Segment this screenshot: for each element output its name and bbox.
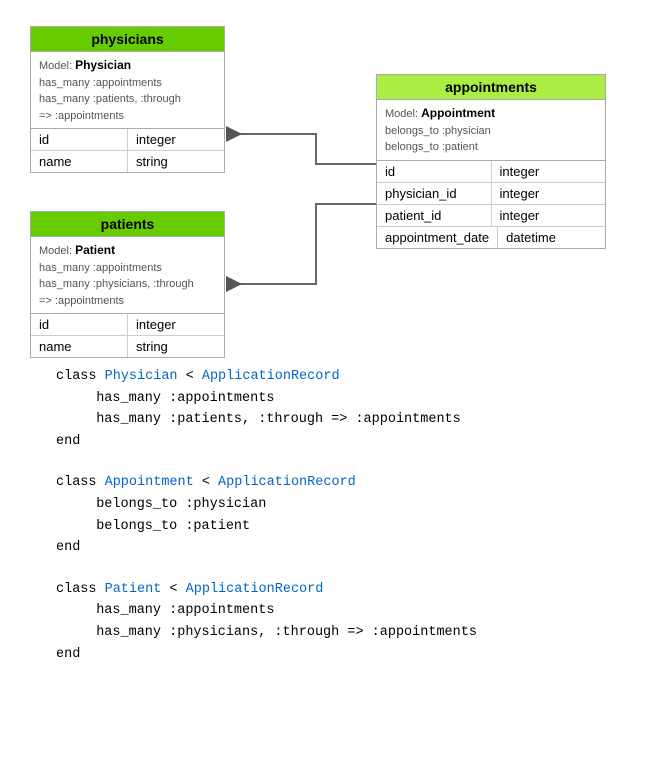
code-line: end <box>56 644 641 666</box>
code-line: class Appointment < ApplicationRecord <box>56 472 641 494</box>
code-keyword: class <box>56 369 105 384</box>
appointments-meta: Model: Appointment belongs_to :physician… <box>377 100 605 161</box>
er-diagram: physicians Model: Physician has_many :ap… <box>16 16 636 346</box>
table-row: appointment_date datetime <box>377 227 605 248</box>
col-name: appointment_date <box>377 227 498 248</box>
col-name: id <box>31 314 128 335</box>
code-classname: Appointment <box>105 475 194 490</box>
table-row: id integer <box>31 314 224 336</box>
col-name: id <box>377 161 492 182</box>
code-block-physician: class Physician < ApplicationRecord has_… <box>56 366 641 452</box>
appointments-header: appointments <box>377 75 605 100</box>
col-name: name <box>31 336 128 357</box>
physicians-header: physicians <box>31 27 224 52</box>
col-name: id <box>31 129 128 150</box>
code-line: belongs_to :patient <box>56 516 641 538</box>
code-line: class Physician < ApplicationRecord <box>56 366 641 388</box>
code-line: end <box>56 537 641 559</box>
patients-table: patients Model: Patient has_many :appoin… <box>30 211 225 358</box>
patients-header: patients <box>31 212 224 237</box>
table-row: id integer <box>377 161 605 183</box>
code-rest: < <box>194 475 218 490</box>
code-classname: ApplicationRecord <box>218 475 356 490</box>
arrow-physician <box>226 134 376 164</box>
patients-meta: Model: Patient has_many :appointments ha… <box>31 237 224 314</box>
col-name: name <box>31 151 128 172</box>
table-row: name string <box>31 151 224 172</box>
col-type: string <box>128 336 224 357</box>
col-type: integer <box>128 129 224 150</box>
code-block-patient: class Patient < ApplicationRecord has_ma… <box>56 579 641 665</box>
code-classname: ApplicationRecord <box>186 582 324 597</box>
code-line: class Patient < ApplicationRecord <box>56 579 641 601</box>
code-classname: ApplicationRecord <box>202 369 340 384</box>
col-name: physician_id <box>377 183 492 204</box>
col-type: integer <box>492 161 606 182</box>
code-keyword: class <box>56 475 105 490</box>
code-line: end <box>56 431 641 453</box>
code-line: has_many :appointments <box>56 388 641 410</box>
code-section: class Physician < ApplicationRecord has_… <box>16 366 641 665</box>
code-rest: < <box>178 369 202 384</box>
table-row: patient_id integer <box>377 205 605 227</box>
code-classname: Patient <box>105 582 162 597</box>
col-type: datetime <box>498 227 605 248</box>
code-line: has_many :patients, :through => :appoint… <box>56 409 641 431</box>
appointments-table: appointments Model: Appointment belongs_… <box>376 74 606 249</box>
code-keyword: class <box>56 582 105 597</box>
col-type: integer <box>128 314 224 335</box>
col-type: integer <box>492 183 606 204</box>
table-row: physician_id integer <box>377 183 605 205</box>
col-type: integer <box>492 205 606 226</box>
table-row: name string <box>31 336 224 357</box>
physicians-meta: Model: Physician has_many :appointments … <box>31 52 224 129</box>
code-classname: Physician <box>105 369 178 384</box>
col-type: string <box>128 151 224 172</box>
physicians-table: physicians Model: Physician has_many :ap… <box>30 26 225 173</box>
code-line: belongs_to :physician <box>56 494 641 516</box>
arrow-patient <box>226 204 376 284</box>
code-block-appointment: class Appointment < ApplicationRecord be… <box>56 472 641 558</box>
col-name: patient_id <box>377 205 492 226</box>
table-row: id integer <box>31 129 224 151</box>
code-line: has_many :appointments <box>56 600 641 622</box>
code-rest: < <box>161 582 185 597</box>
code-line: has_many :physicians, :through => :appoi… <box>56 622 641 644</box>
